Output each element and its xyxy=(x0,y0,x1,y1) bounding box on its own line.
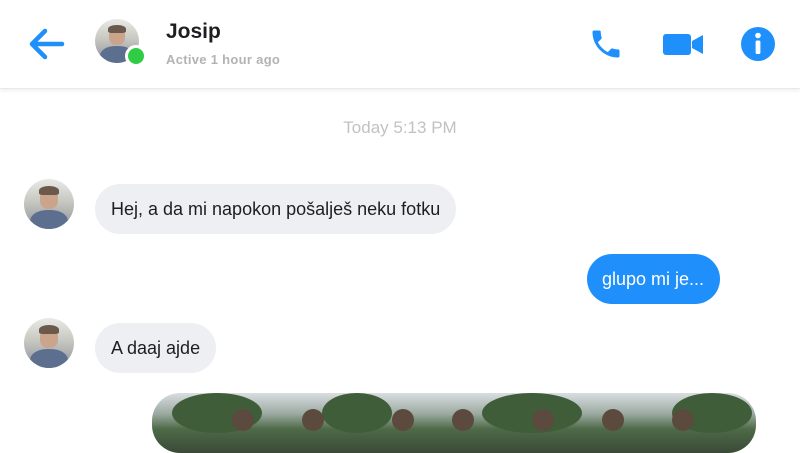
conversation-info-button[interactable] xyxy=(738,24,778,64)
arrow-left-icon xyxy=(29,28,65,60)
back-button[interactable] xyxy=(24,24,68,64)
incoming-message[interactable]: A daaj ajde xyxy=(95,323,217,373)
incoming-message[interactable]: Hej, a da mi napokon pošalješ neku fotku xyxy=(95,184,457,234)
contact-status: Active 1 hour ago xyxy=(166,52,281,67)
photo-attachment[interactable] xyxy=(152,393,756,453)
outgoing-message[interactable]: glupo mi je... xyxy=(587,254,721,304)
sender-avatar[interactable] xyxy=(24,179,74,229)
online-status-indicator xyxy=(125,45,147,67)
chat-header: Josip Active 1 hour ago xyxy=(0,0,800,89)
sender-avatar[interactable] xyxy=(24,318,74,368)
message-timestamp: Today 5:13 PM xyxy=(343,118,457,137)
contact-name[interactable]: Josip xyxy=(166,20,221,44)
info-icon xyxy=(741,27,775,61)
phone-icon xyxy=(592,30,620,58)
voice-call-button[interactable] xyxy=(588,26,624,62)
video-camera-icon xyxy=(663,34,703,55)
video-call-button[interactable] xyxy=(660,26,706,62)
